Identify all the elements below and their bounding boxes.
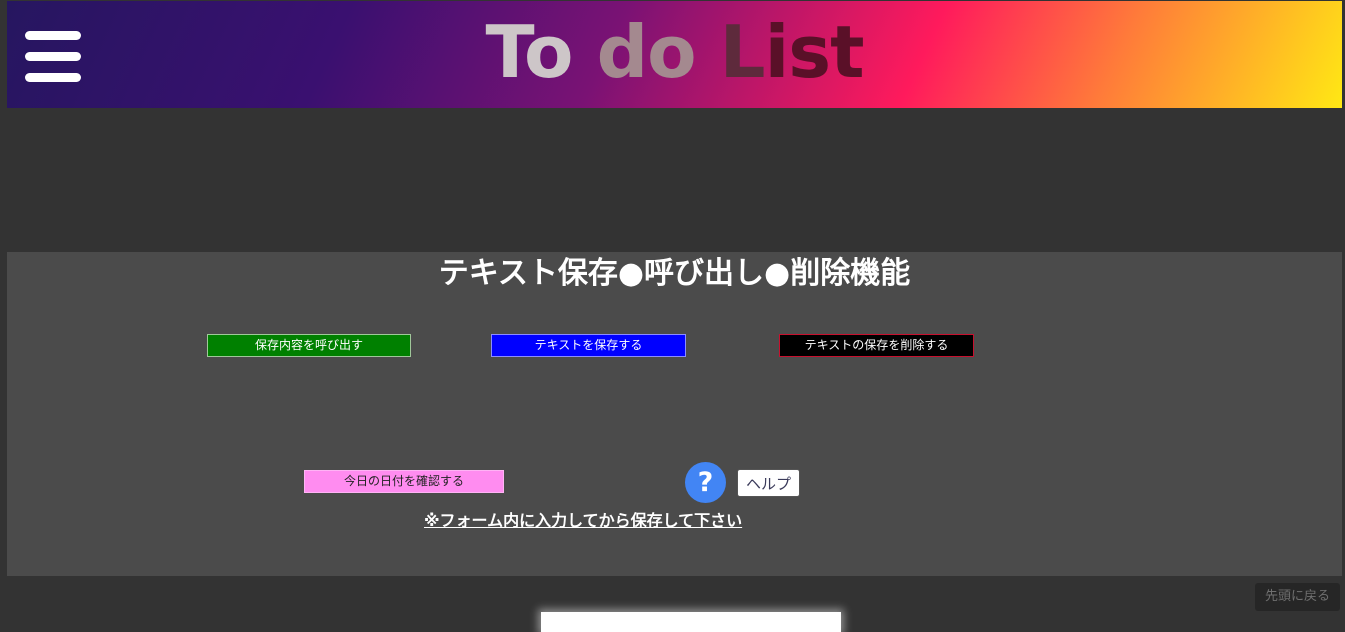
load-saved-button[interactable]: 保存内容を呼び出す xyxy=(207,334,411,357)
page-title: To do List xyxy=(7,9,1342,95)
title-word-list-l: L xyxy=(719,10,766,94)
back-to-top-button[interactable]: 先頭に戻る xyxy=(1255,583,1340,611)
title-word-list-ist: ist xyxy=(764,10,865,94)
panel-heading: テキスト保存●呼び出し●削除機能 xyxy=(438,256,911,291)
header-banner: To do List xyxy=(7,1,1342,108)
help-button[interactable]: ヘルプ xyxy=(737,469,800,497)
text-storage-panel: テキスト保存●呼び出し●削除機能 保存内容を呼び出す テキストを保存する テキス… xyxy=(7,252,1342,576)
save-text-button[interactable]: テキストを保存する xyxy=(491,334,686,357)
title-word-to: To xyxy=(485,10,573,94)
delete-saved-button[interactable]: テキストの保存を削除する xyxy=(779,334,974,357)
title-word-do: do xyxy=(596,10,697,94)
bottom-input-box[interactable] xyxy=(541,612,841,632)
save-instruction-note: ※フォーム内に入力してから保存して下さい xyxy=(424,511,743,530)
help-question-icon[interactable]: ? xyxy=(685,462,726,503)
check-date-button[interactable]: 今日の日付を確認する xyxy=(304,470,504,493)
